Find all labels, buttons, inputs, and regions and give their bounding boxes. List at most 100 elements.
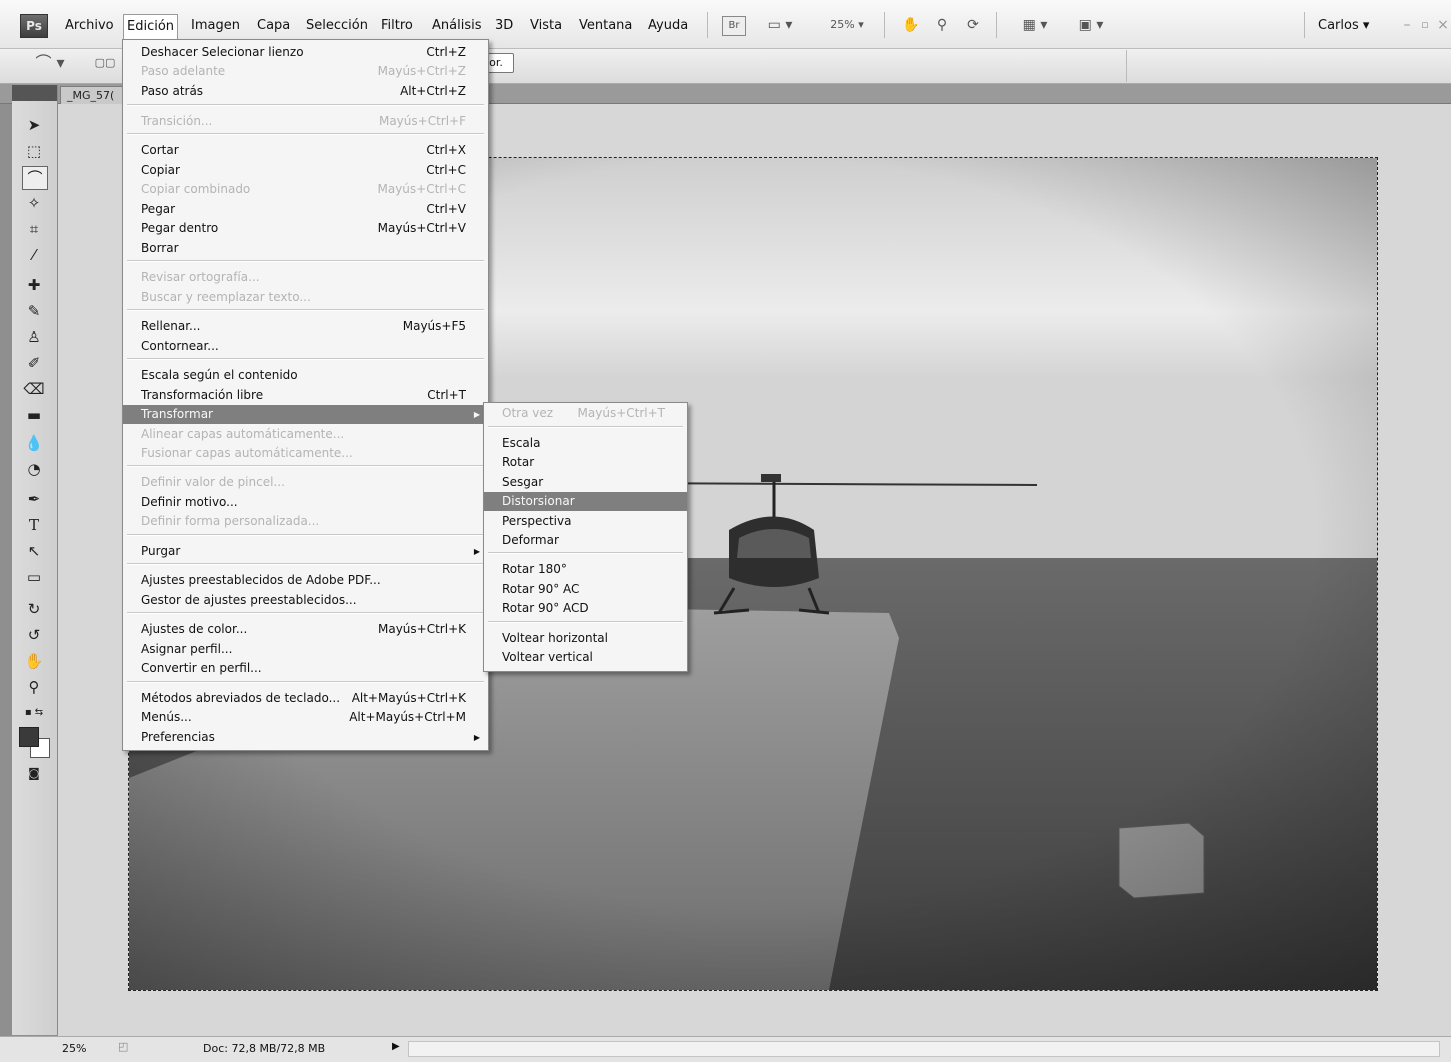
edit-menu-item[interactable]: Convertir en perfil...: [123, 659, 488, 678]
menu-archivo[interactable]: Archivo: [62, 16, 117, 36]
menu-3d[interactable]: 3D: [492, 16, 516, 36]
marquee-tool-icon[interactable]: ⬚: [22, 140, 46, 162]
edit-menu-item[interactable]: Pegar Ctrl+V: [123, 200, 488, 219]
pen-tool-icon[interactable]: ✒: [22, 488, 46, 510]
edit-menu-item[interactable]: Contornear...: [123, 337, 488, 356]
menu-item-shortcut: Mayús+Ctrl+K: [378, 622, 466, 636]
rotate-view-icon[interactable]: ⟳: [962, 15, 984, 35]
menu-item-label: Preferencias: [141, 730, 215, 744]
hand-icon[interactable]: ✋: [900, 15, 922, 35]
edit-menu-item[interactable]: Copiar Ctrl+C: [123, 161, 488, 180]
menu-item-label: Deformar: [502, 533, 559, 547]
menu-item-label: Deshacer Selecionar lienzo: [141, 45, 304, 59]
dodge-tool-icon[interactable]: ◔: [22, 458, 46, 480]
menu-item-label: Gestor de ajustes preestablecidos...: [141, 593, 357, 607]
edit-menu-item[interactable]: Ajustes de color... Mayús+Ctrl+K: [123, 620, 488, 639]
type-tool-icon[interactable]: T: [22, 514, 46, 536]
foreground-color-swatch[interactable]: [19, 727, 39, 747]
menu-item-label: Rotar: [502, 455, 535, 469]
menu-imagen[interactable]: Imagen: [188, 16, 243, 36]
edit-menu-item[interactable]: Gestor de ajustes preestablecidos...: [123, 591, 488, 610]
edit-menu-item[interactable]: Rellenar... Mayús+F5: [123, 317, 488, 336]
menu-ventana[interactable]: Ventana: [576, 16, 635, 36]
menu-item-shortcut: Ctrl+X: [426, 143, 466, 157]
edit-menu-item[interactable]: Asignar perfil...: [123, 640, 488, 659]
blur-tool-icon[interactable]: 💧: [22, 432, 46, 454]
transform-submenu-item[interactable]: Sesgar: [484, 473, 687, 492]
transform-submenu-item[interactable]: Escala: [484, 434, 687, 453]
screen-mode-icon[interactable]: ▭ ▾: [760, 15, 800, 35]
eraser-icon[interactable]: ⌫: [22, 378, 46, 400]
brush-tool-icon[interactable]: ✎: [22, 300, 46, 322]
horizontal-scrollbar[interactable]: [408, 1041, 1440, 1057]
menu-analisis[interactable]: Análisis: [429, 16, 484, 36]
hand-tool-icon[interactable]: ✋: [22, 650, 46, 672]
workspace-icon[interactable]: ▣ ▾: [1068, 15, 1114, 35]
menu-separator: [127, 465, 484, 467]
transform-submenu-item[interactable]: Perspectiva: [484, 512, 687, 531]
menu-ayuda[interactable]: Ayuda: [645, 16, 691, 36]
edit-menu-item[interactable]: Purgar ▶: [123, 542, 488, 561]
quick-mask-icon[interactable]: ◙: [22, 762, 46, 784]
close-icon[interactable]: ×: [1436, 15, 1450, 35]
bridge-icon[interactable]: Br: [722, 16, 746, 36]
edit-menu-item[interactable]: Ajustes preestablecidos de Adobe PDF...: [123, 571, 488, 590]
edit-menu-item[interactable]: Deshacer Selecionar lienzo Ctrl+Z: [123, 43, 488, 62]
edit-menu-item[interactable]: Transformar ▶: [123, 405, 488, 424]
path-selection-icon[interactable]: ↖: [22, 540, 46, 562]
edit-menu-item[interactable]: Pegar dentro Mayús+Ctrl+V: [123, 219, 488, 238]
lasso-tool-icon[interactable]: ⌒: [22, 166, 48, 190]
status-preview-icon[interactable]: ◰: [118, 1040, 134, 1053]
menu-item-shortcut: Alt+Mayús+Ctrl+K: [351, 691, 466, 705]
gradient-tool-icon[interactable]: ▬: [22, 404, 46, 426]
minimize-icon[interactable]: –: [1400, 15, 1414, 35]
zoom-tool-icon[interactable]: ⚲: [22, 676, 46, 698]
zoom-icon[interactable]: ⚲: [931, 15, 953, 35]
edit-menu-item[interactable]: Borrar: [123, 239, 488, 258]
transform-submenu-item[interactable]: Rotar 180°: [484, 560, 687, 579]
edit-menu-item[interactable]: Escala según el contenido: [123, 366, 488, 385]
clone-stamp-icon[interactable]: ♙: [22, 326, 46, 348]
healing-brush-icon[interactable]: ✚: [22, 274, 46, 296]
status-menu-arrow-icon[interactable]: ▶: [392, 1041, 404, 1052]
transform-submenu-item[interactable]: Rotar 90° ACD: [484, 599, 687, 618]
3d-orbit-icon[interactable]: ↺: [22, 624, 46, 646]
menu-edicion[interactable]: Edición: [123, 14, 179, 39]
crop-tool-icon[interactable]: ⌗: [22, 218, 46, 240]
history-brush-icon[interactable]: ✐: [22, 352, 46, 374]
edit-menu-item[interactable]: Menús... Alt+Mayús+Ctrl+M: [123, 708, 488, 727]
edit-menu-item[interactable]: Definir motivo...: [123, 493, 488, 512]
menu-capa[interactable]: Capa: [254, 16, 293, 36]
menu-vista[interactable]: Vista: [527, 16, 565, 36]
menu-filtro[interactable]: Filtro: [378, 16, 416, 36]
transform-submenu-item[interactable]: Rotar 90° AC: [484, 580, 687, 599]
transform-submenu-item[interactable]: Deformar: [484, 531, 687, 550]
move-tool-icon[interactable]: ➤: [22, 114, 46, 136]
status-zoom[interactable]: 25%: [62, 1042, 102, 1055]
edit-menu-item[interactable]: Preferencias ▶: [123, 728, 488, 747]
edit-menu-item: Alinear capas automáticamente...: [123, 425, 488, 444]
edit-menu-item[interactable]: Métodos abreviados de teclado... Alt+Mayú…: [123, 689, 488, 708]
3d-rotate-icon[interactable]: ↻: [22, 598, 46, 620]
menu-seleccion[interactable]: Selección: [303, 16, 371, 36]
edit-menu-item[interactable]: Transformación libre Ctrl+T: [123, 386, 488, 405]
transform-submenu-item[interactable]: Rotar: [484, 453, 687, 472]
zoom-dropdown[interactable]: 25% ▾: [822, 15, 872, 35]
restore-icon[interactable]: ▫: [1418, 15, 1432, 35]
menu-item-shortcut: Mayús+Ctrl+Z: [377, 64, 466, 78]
lasso-preset-icon[interactable]: ⌒ ▾: [30, 53, 70, 73]
eyedropper-icon[interactable]: ⁄: [22, 244, 46, 266]
arrange-documents-icon[interactable]: ▦ ▾: [1012, 15, 1058, 35]
transform-submenu-item[interactable]: Voltear horizontal: [484, 629, 687, 648]
transform-submenu-item[interactable]: Voltear vertical: [484, 648, 687, 667]
swap-colors-icon[interactable]: ▪ ⇆: [22, 702, 46, 724]
shape-tool-icon[interactable]: ▭: [22, 566, 46, 588]
edit-menu-item[interactable]: Paso atrás Alt+Ctrl+Z: [123, 82, 488, 101]
toolbox-header[interactable]: [12, 85, 57, 101]
edit-menu-item[interactable]: Cortar Ctrl+X: [123, 141, 488, 160]
transform-submenu-item[interactable]: Distorsionar: [484, 492, 687, 511]
magic-wand-icon[interactable]: ✧: [22, 192, 46, 214]
menu-item-label: Menús...: [141, 710, 192, 724]
selection-mode-icon[interactable]: ▢▢: [90, 53, 120, 73]
user-menu[interactable]: Carlos ▾: [1315, 16, 1372, 36]
